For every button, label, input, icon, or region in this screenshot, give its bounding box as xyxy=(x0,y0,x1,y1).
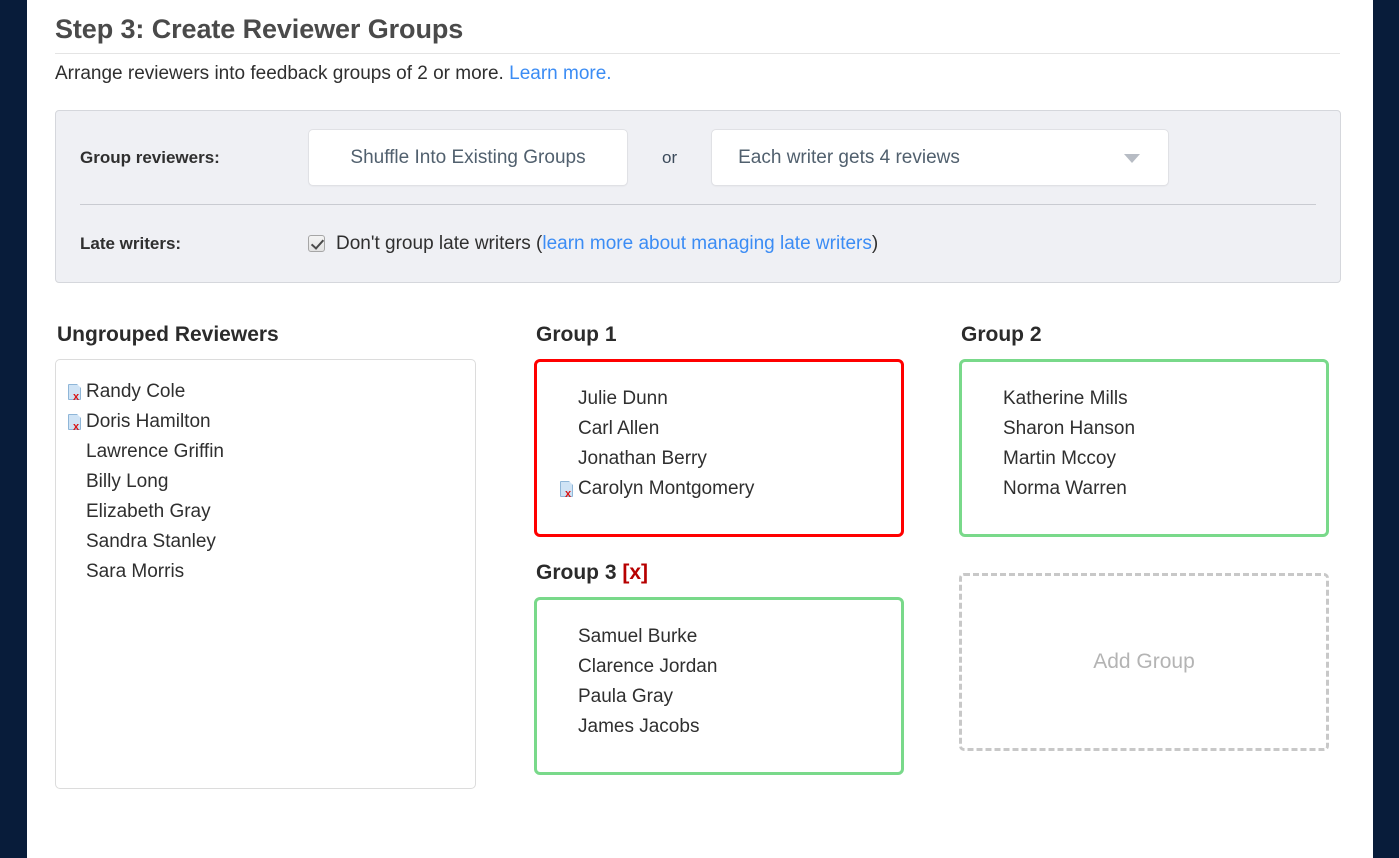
reviewer-item[interactable]: Samuel Burke xyxy=(537,622,901,652)
reviewer-name: Clarence Jordan xyxy=(578,656,718,677)
reviewer-item[interactable]: Katherine Mills xyxy=(962,384,1326,414)
reviewer-name: Lawrence Griffin xyxy=(86,441,224,462)
app-window: Step 3: Create Reviewer Groups Arrange r… xyxy=(0,0,1399,858)
late-writers-text-after: ) xyxy=(871,232,879,254)
right-edge-bar xyxy=(1373,0,1399,858)
reviewer-item[interactable]: Elizabeth Gray xyxy=(56,497,475,527)
ungrouped-heading: Ungrouped Reviewers xyxy=(57,323,279,346)
reviewer-item[interactable]: Clarence Jordan xyxy=(537,652,901,682)
add-group-button[interactable]: Add Group xyxy=(959,573,1329,751)
group-1-members-list[interactable]: Julie Dunn Carl Allen Jonathan Berry x Carol… xyxy=(534,359,904,537)
reviewer-name: Carolyn Montgomery xyxy=(578,478,755,499)
group-2-members-list[interactable]: Katherine Mills Sharon Hanson Martin Mccoy… xyxy=(959,359,1329,537)
group-reviewers-row: Group reviewers: Shuffle Into Existing G… xyxy=(56,111,1340,204)
late-writer-document-x-icon: x xyxy=(68,383,84,403)
left-edge-bar xyxy=(0,0,27,858)
reviewer-name: Katherine Mills xyxy=(1003,388,1128,409)
reviewer-name: Samuel Burke xyxy=(578,626,698,647)
page-subtitle: Arrange reviewers into feedback groups o… xyxy=(55,54,1345,85)
reviewer-name: Jonathan Berry xyxy=(578,448,707,469)
reviewer-item[interactable]: x Doris Hamilton xyxy=(56,407,475,437)
learn-more-link[interactable]: Learn more. xyxy=(509,63,611,84)
subtitle-text: Arrange reviewers into feedback groups o… xyxy=(55,63,504,84)
groups-column-left: Group 1 Julie Dunn Carl Allen Jonathan Ber… xyxy=(534,323,904,789)
late-writers-text-before: Don't group late writers ( xyxy=(336,232,543,254)
late-writer-document-x-icon: x xyxy=(68,413,84,433)
groups-workspace: Ungrouped Reviewers x Randy Cole x Doris Ha… xyxy=(55,323,1345,789)
grouping-options-panel: Group reviewers: Shuffle Into Existing G… xyxy=(55,110,1341,283)
reviewer-item[interactable]: x Randy Cole xyxy=(56,377,475,407)
reviewer-name: Randy Cole xyxy=(86,381,186,402)
group-3-members-list[interactable]: Samuel Burke Clarence Jordan Paula Gray Jam… xyxy=(534,597,904,775)
group-2-heading: Group 2 xyxy=(961,323,1329,349)
reviewer-item[interactable]: Carl Allen xyxy=(537,414,901,444)
reviewer-name: Sandra Stanley xyxy=(86,531,216,552)
reviewer-name: Paula Gray xyxy=(578,686,674,707)
group-card-2: Group 2 Katherine Mills Sharon Hanson Mart… xyxy=(959,323,1329,537)
group-3-delete-link[interactable]: [x] xyxy=(622,561,648,584)
reviewer-item[interactable]: x Carolyn Montgomery xyxy=(537,474,901,504)
reviewer-name: James Jacobs xyxy=(578,716,700,737)
late-writers-label: Late writers: xyxy=(80,233,182,253)
reviewer-item[interactable]: Jonathan Berry xyxy=(537,444,901,474)
group-3-heading: Group 3 [x] xyxy=(536,561,904,587)
reviewer-item[interactable]: Sandra Stanley xyxy=(56,527,475,557)
reviewer-name: Sharon Hanson xyxy=(1003,418,1136,439)
group-reviewers-label: Group reviewers: xyxy=(80,147,220,167)
group-2-title: Group 2 xyxy=(961,323,1042,346)
group-1-title: Group 1 xyxy=(536,323,617,346)
ungrouped-column: Ungrouped Reviewers x Randy Cole x Doris Ha… xyxy=(55,323,476,789)
late-writers-control: Don't group late writers ( learn more ab… xyxy=(308,233,878,255)
reviewer-item[interactable]: Sharon Hanson xyxy=(962,414,1326,444)
reviewer-name: Julie Dunn xyxy=(578,388,668,409)
reviewer-name: Norma Warren xyxy=(1003,478,1127,499)
reviews-per-writer-value: Each writer gets 4 reviews xyxy=(738,146,960,168)
group-1-heading: Group 1 xyxy=(536,323,904,349)
late-writers-row: Late writers: Don't group late writers (… xyxy=(56,205,1340,282)
or-label: or xyxy=(662,147,678,167)
groups-column-right: Group 2 Katherine Mills Sharon Hanson Mart… xyxy=(959,323,1329,789)
reviewer-item[interactable]: James Jacobs xyxy=(537,712,901,742)
reviewer-item[interactable]: Martin Mccoy xyxy=(962,444,1326,474)
reviewer-item[interactable]: Billy Long xyxy=(56,467,475,497)
shuffle-into-existing-groups-button[interactable]: Shuffle Into Existing Groups xyxy=(308,129,628,186)
reviewer-name: Doris Hamilton xyxy=(86,411,211,432)
late-writer-document-x-icon: x xyxy=(560,480,576,500)
column-spacer xyxy=(476,323,534,789)
group-3-title: Group 3 xyxy=(536,561,617,584)
reviewer-name: Elizabeth Gray xyxy=(86,501,211,522)
group-card-1: Group 1 Julie Dunn Carl Allen Jonathan Ber… xyxy=(534,323,904,537)
page-title: Step 3: Create Reviewer Groups xyxy=(55,14,464,44)
reviewer-item[interactable]: Norma Warren xyxy=(962,474,1326,504)
reviewer-name: Billy Long xyxy=(86,471,169,492)
page-content: Step 3: Create Reviewer Groups Arrange r… xyxy=(27,0,1373,858)
reviewer-item[interactable]: Sara Morris xyxy=(56,557,475,587)
reviewer-name: Sara Morris xyxy=(86,561,185,582)
ungrouped-reviewers-list[interactable]: x Randy Cole x Doris Hamilton Lawrence Griff… xyxy=(55,359,476,789)
dont-group-late-writers-checkbox[interactable] xyxy=(308,235,325,252)
group-card-3: Group 3 [x] Samuel Burke Clarence Jordan P… xyxy=(534,561,904,775)
reviews-per-writer-select[interactable]: Each writer gets 4 reviews xyxy=(711,129,1170,186)
reviewer-name: Martin Mccoy xyxy=(1003,448,1116,469)
reviewer-item[interactable]: Lawrence Griffin xyxy=(56,437,475,467)
reviewer-name: Carl Allen xyxy=(578,418,660,439)
column-spacer-2 xyxy=(904,323,959,789)
chevron-down-icon xyxy=(1124,153,1141,163)
reviewer-item[interactable]: Julie Dunn xyxy=(537,384,901,414)
reviewer-item[interactable]: Paula Gray xyxy=(537,682,901,712)
managing-late-writers-link[interactable]: learn more about managing late writers xyxy=(542,233,872,255)
